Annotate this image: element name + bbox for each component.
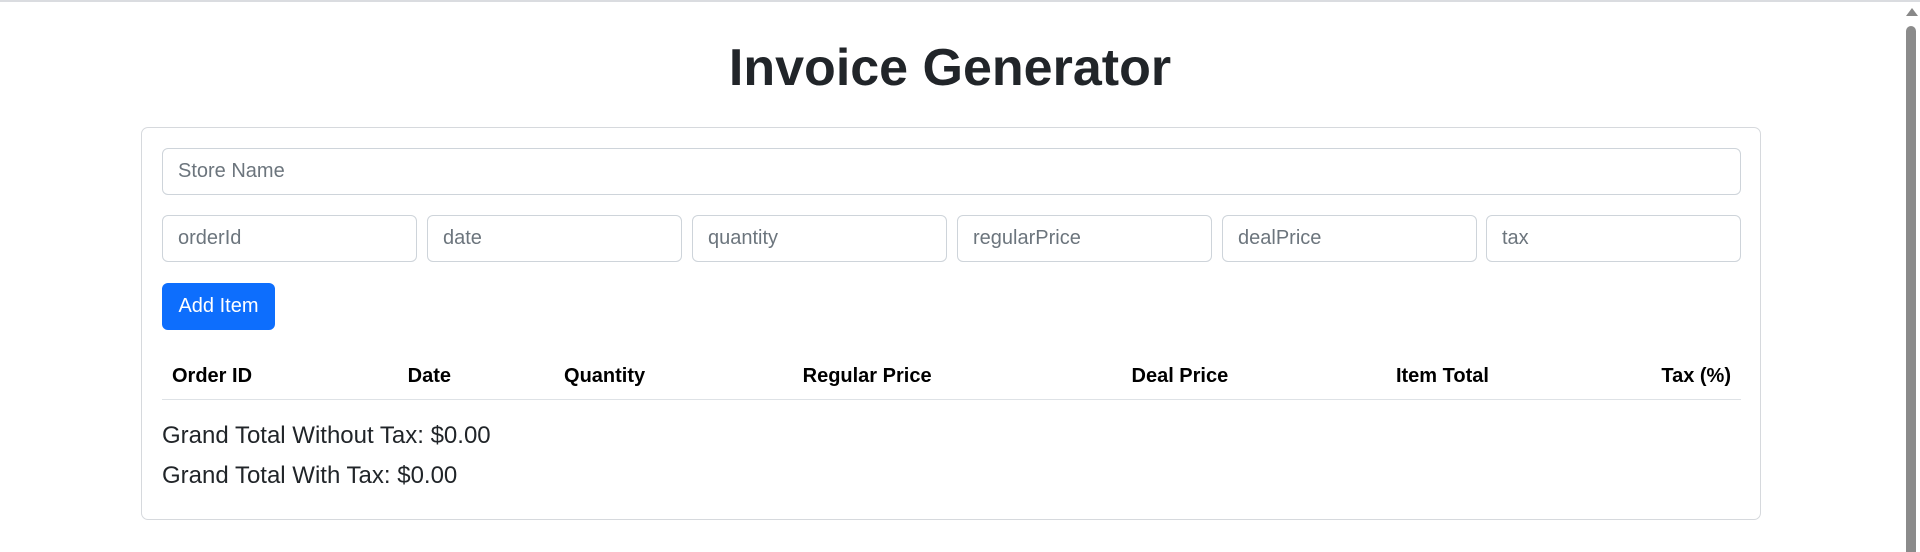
table-header-row: Order ID Date Quantity Regular Price Dea… (162, 353, 1741, 400)
page: Invoice Generator Add Item Order ID Date… (0, 0, 1920, 552)
regular-price-input[interactable] (957, 215, 1212, 262)
tax-input[interactable] (1486, 215, 1741, 262)
column-header-order-id: Order ID (162, 353, 398, 400)
column-header-deal-price: Deal Price (1121, 353, 1386, 400)
column-header-date: Date (397, 353, 555, 400)
order-id-input[interactable] (162, 215, 417, 262)
invoice-card: Add Item Order ID Date Quantity Regular … (141, 127, 1761, 520)
column-header-tax: Tax (%) (1651, 353, 1741, 400)
scrollbar-thumb[interactable] (1906, 26, 1916, 552)
page-title: Invoice Generator (728, 39, 1172, 97)
column-header-item-total: Item Total (1385, 353, 1652, 400)
grand-total-with-tax: Grand Total With Tax: $0.00 (162, 462, 458, 489)
add-item-button[interactable]: Add Item (162, 283, 275, 330)
grand-total-without-tax: Grand Total Without Tax: $0.00 (162, 422, 491, 449)
quantity-input[interactable] (692, 215, 947, 262)
vertical-scrollbar[interactable] (1902, 2, 1920, 552)
scroll-up-arrow-icon[interactable] (1906, 8, 1918, 16)
deal-price-input[interactable] (1222, 215, 1477, 262)
store-name-input[interactable] (162, 148, 1741, 195)
column-header-quantity: Quantity (554, 353, 793, 400)
date-input[interactable] (427, 215, 682, 262)
column-header-regular-price: Regular Price (792, 353, 1122, 400)
items-table: Order ID Date Quantity Regular Price Dea… (162, 353, 1741, 400)
